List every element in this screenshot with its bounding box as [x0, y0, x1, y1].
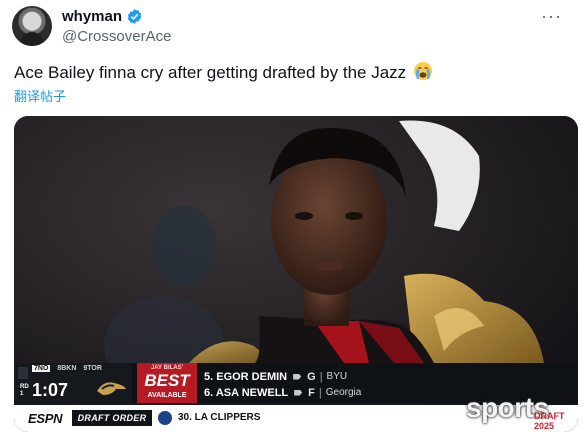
prospect-name: 5. EGOR DEMIN	[204, 370, 288, 383]
pelicans-logo-icon	[97, 382, 126, 395]
more-options-icon[interactable]: ···	[541, 6, 562, 27]
pick-clock: 1:07	[32, 380, 69, 400]
best-available-box: JAY BILAS' BEST AVAILABLE	[137, 363, 197, 403]
avatar[interactable]	[12, 6, 52, 46]
tweet-text: Ace Bailey finna cry after getting draft…	[14, 61, 433, 83]
best-available-title: BEST	[144, 371, 190, 390]
best-available-item: 5. EGOR DEMIN G | BYU	[204, 369, 347, 384]
prospect-position: G	[307, 370, 316, 383]
translate-post-link[interactable]: 翻译帖子	[14, 86, 66, 105]
tweet-text-body: Ace Bailey finna cry after getting draft…	[14, 63, 407, 82]
prospect-position: F	[308, 386, 315, 399]
clippers-logo-icon	[158, 411, 172, 425]
team-on-clock: 7NO	[32, 365, 51, 372]
round-indicator: RD 1	[20, 384, 29, 398]
best-available-subtitle: AVAILABLE	[147, 392, 187, 399]
draft-order-label: DRAFT ORDER	[72, 410, 152, 426]
next-pick-team: 30. LA CLIPPERS	[178, 412, 261, 423]
team-after: 9TOR	[83, 365, 102, 372]
pick-clock-box: 7NO 8BKN 9TOR RD 1 1:07	[14, 363, 132, 403]
prospect-school: Georgia	[325, 387, 362, 398]
separator: |	[319, 370, 323, 383]
display-name[interactable]: whyman	[62, 8, 122, 25]
espn-logo: ESPN	[28, 411, 63, 426]
prospect-name: 6. ASA NEWELL	[204, 386, 289, 399]
position-tag-icon	[293, 373, 302, 380]
position-tag-icon	[294, 389, 303, 396]
team-next: 8BKN	[57, 365, 77, 372]
name-row: whyman	[62, 8, 143, 25]
round-number: 1	[20, 391, 24, 397]
network-bug-icon	[18, 367, 28, 379]
best-available-item: 6. ASA NEWELL F | Georgia	[204, 385, 361, 400]
verified-badge-icon	[127, 9, 142, 24]
nba-draft-badge: DRAFT 2025	[534, 411, 565, 431]
round-label: RD	[20, 384, 29, 390]
tweet-media-video-frame[interactable]: 7NO 8BKN 9TOR RD 1 1:07 JAY BILAS' BEST …	[14, 116, 578, 432]
on-clock-teams: 7NO 8BKN 9TOR	[32, 365, 107, 372]
tweet-header: whyman @CrossoverAce ···	[12, 6, 572, 48]
user-handle[interactable]: @CrossoverAce	[62, 28, 171, 45]
separator: |	[318, 386, 322, 399]
prospect-school: BYU	[326, 371, 348, 382]
loudly-crying-face-icon	[413, 62, 432, 80]
